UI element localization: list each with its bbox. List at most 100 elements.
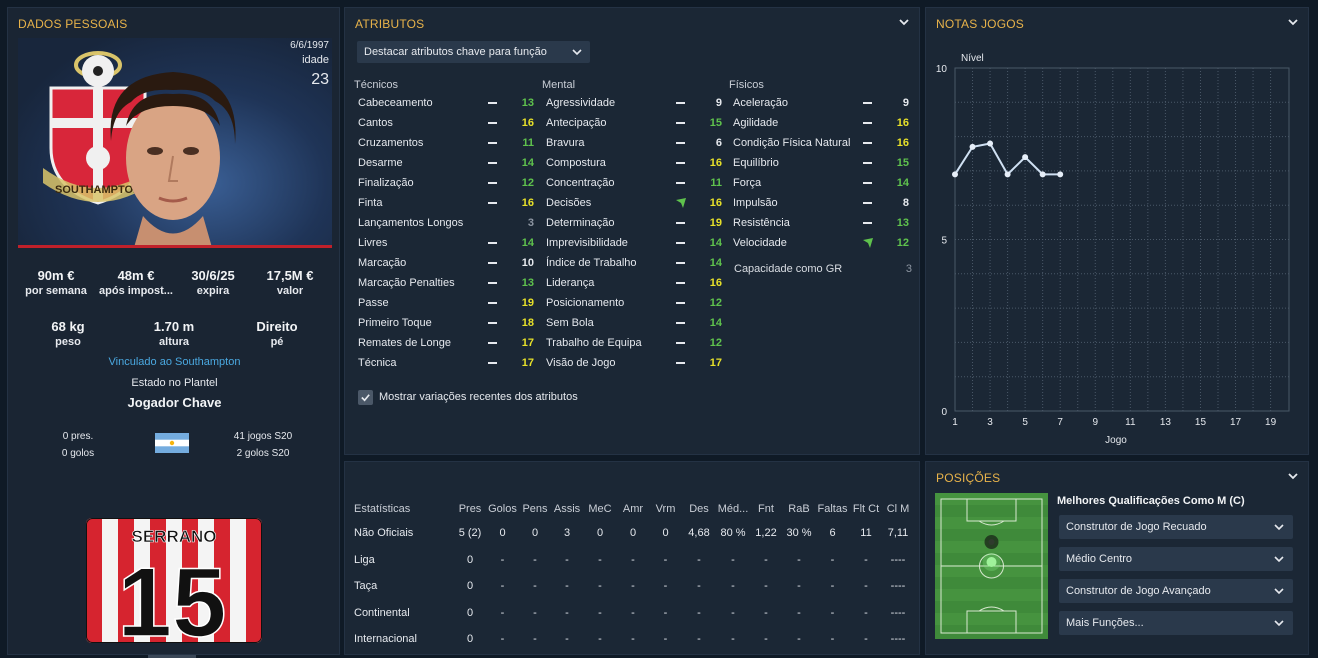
attribute-row[interactable]: Desarme 14 <box>358 153 536 173</box>
stats-cell: - <box>663 606 668 619</box>
chevron-down-icon <box>1274 556 1284 563</box>
role-dropdown[interactable]: Construtor de Jogo Avançado <box>1059 579 1293 603</box>
stats-cell: - <box>731 553 735 566</box>
stats-cell: - <box>697 633 701 646</box>
stats-cell: 11 <box>860 527 872 540</box>
chart-data-point <box>1057 171 1064 178</box>
chevron-down-icon[interactable] <box>1286 470 1300 484</box>
stats-column-header[interactable]: Pres <box>454 498 486 520</box>
stats-column-header[interactable]: Méd... <box>716 498 750 520</box>
stats-cell: - <box>565 553 569 566</box>
chevron-down-icon[interactable] <box>897 16 911 30</box>
attribute-value: 16 <box>709 277 722 289</box>
attribute-name: Bravura <box>546 137 585 149</box>
highlight-attributes-dropdown[interactable]: Destacar atributos chave para função <box>357 41 590 63</box>
chart-x-tick-label: 19 <box>1265 417 1277 428</box>
stats-cell: - <box>631 553 635 566</box>
attribute-value: 8 <box>902 197 909 209</box>
stats-cell: 80 % <box>720 527 746 540</box>
attribute-row[interactable]: Compostura 16 <box>546 153 724 173</box>
attribute-value: 14 <box>709 237 722 249</box>
club-contract-link[interactable]: Vinculado ao Southampton <box>8 356 341 368</box>
attribute-row[interactable]: Finalização 12 <box>358 173 536 193</box>
no-change-dash-icon <box>676 162 685 164</box>
attribute-row[interactable]: Impulsão 8 <box>733 193 911 213</box>
stats-column-header[interactable]: Golos <box>486 498 519 520</box>
attribute-row[interactable]: Trabalho de Equipa 12 <box>546 333 724 353</box>
attribute-row[interactable]: Condição Física Natural 16 <box>733 133 911 153</box>
attribute-row[interactable]: Lançamentos Longos 3 <box>358 213 536 233</box>
stats-column-header[interactable]: Cl M <box>883 498 913 520</box>
squad-status-label: Estado no Plantel <box>131 377 218 389</box>
attribute-row[interactable]: Posicionamento 12 <box>546 293 724 313</box>
role-dropdown[interactable]: Médio Centro <box>1059 547 1293 571</box>
attribute-row[interactable]: Primeiro Toque 18 <box>358 313 536 333</box>
stats-cell: - <box>830 580 835 593</box>
no-change-dash-icon <box>676 222 685 224</box>
attribute-row[interactable]: Marcação 10 <box>358 253 536 273</box>
attribute-name: Condição Física Natural <box>733 137 851 149</box>
stats-column-header[interactable]: Assis <box>551 498 583 520</box>
no-change-dash-icon <box>488 102 497 104</box>
attribute-row[interactable]: Liderança 16 <box>546 273 724 293</box>
attribute-row[interactable]: Sem Bola 14 <box>546 313 724 333</box>
chart-data-point <box>1004 171 1011 178</box>
attribute-row[interactable]: Técnica 17 <box>358 353 536 373</box>
role-dropdown[interactable]: Mais Funções... <box>1059 611 1293 635</box>
stats-cell: - <box>764 580 768 593</box>
stats-cell: 0 <box>466 580 474 593</box>
attribute-row[interactable]: Cantos 16 <box>358 113 536 133</box>
attribute-row[interactable]: Agressividade 9 <box>546 93 724 113</box>
match-ratings-panel: NOTAS JOGOS 10 5 0 1 3 5 7 9 11 13 15 17 19 Nível Jogo <box>925 7 1309 455</box>
attribute-row[interactable]: Bravura 6 <box>546 133 724 153</box>
attribute-row[interactable]: Agilidade 16 <box>733 113 911 133</box>
attribute-row[interactable]: Imprevisibilidade 14 <box>546 233 724 253</box>
stats-cell: 0 <box>596 527 604 540</box>
stats-cell: 30 % <box>786 527 812 540</box>
checkbox-checked-icon[interactable] <box>358 389 373 405</box>
stats-column-header[interactable]: Vrm <box>649 498 682 520</box>
stats-column-header[interactable]: MeC <box>583 498 617 520</box>
attribute-row[interactable]: Resistência 13 <box>733 213 911 233</box>
stats-cell: - <box>697 606 701 619</box>
chart-y-tick-label: 5 <box>941 236 947 247</box>
stats-column-header[interactable]: Flt Ct <box>849 498 883 520</box>
attribute-row[interactable]: Aceleração 9 <box>733 93 911 113</box>
attribute-row[interactable]: Livres 14 <box>358 233 536 253</box>
argentina-flag-icon[interactable] <box>155 433 189 453</box>
attribute-row[interactable]: Remates de Longe 17 <box>358 333 536 353</box>
attribute-row[interactable]: Determinação 19 <box>546 213 724 233</box>
role-dropdown[interactable]: Construtor de Jogo Recuado <box>1059 515 1293 539</box>
attribute-row[interactable]: Cabeceamento 13 <box>358 93 536 113</box>
attribute-row[interactable]: Visão de Jogo 17 <box>546 353 724 373</box>
stats-column-header[interactable]: Faltas <box>816 498 849 520</box>
attribute-name: Trabalho de Equipa <box>546 337 642 349</box>
show-attribute-changes-toggle[interactable]: Mostrar variações recentes dos atributos <box>358 389 578 405</box>
attribute-row[interactable]: Decisões 16 <box>546 193 724 213</box>
chart-x-tick-label: 3 <box>987 417 993 428</box>
attribute-row[interactable]: Velocidade 12 <box>733 233 911 253</box>
attribute-row[interactable]: Concentração 11 <box>546 173 724 193</box>
attribute-name: Remates de Longe <box>358 337 451 349</box>
attribute-value: 11 <box>710 177 722 189</box>
attribute-row[interactable]: Força 14 <box>733 173 911 193</box>
positions-pitch[interactable] <box>935 493 1048 639</box>
stats-column-header[interactable]: Des <box>682 498 716 520</box>
attribute-row[interactable]: Equilíbrio 15 <box>733 153 911 173</box>
attribute-row[interactable]: Finta 16 <box>358 193 536 213</box>
stats-row: Continental 0- - - - - - - - - - - - ---- <box>354 600 913 627</box>
attribute-row[interactable]: Antecipação 15 <box>546 113 724 133</box>
stats-column-header[interactable]: Fnt <box>750 498 782 520</box>
attribute-row[interactable]: Passe 19 <box>358 293 536 313</box>
stats-column-header[interactable]: Pens <box>519 498 551 520</box>
attribute-row[interactable]: Índice de Trabalho 14 <box>546 253 724 273</box>
attribute-row[interactable]: Cruzamentos 11 <box>358 133 536 153</box>
gk-ability-value: 3 <box>905 263 912 275</box>
stats-cell: 0 <box>466 553 474 566</box>
stats-column-header[interactable]: RaB <box>782 498 816 520</box>
no-change-dash-icon <box>863 182 872 184</box>
stats-column-header[interactable]: Amr <box>617 498 649 520</box>
stats-column-header[interactable]: Estatísticas <box>354 498 454 520</box>
attribute-row[interactable]: Marcação Penalties 13 <box>358 273 536 293</box>
attribute-name: Imprevisibilidade <box>546 237 628 249</box>
